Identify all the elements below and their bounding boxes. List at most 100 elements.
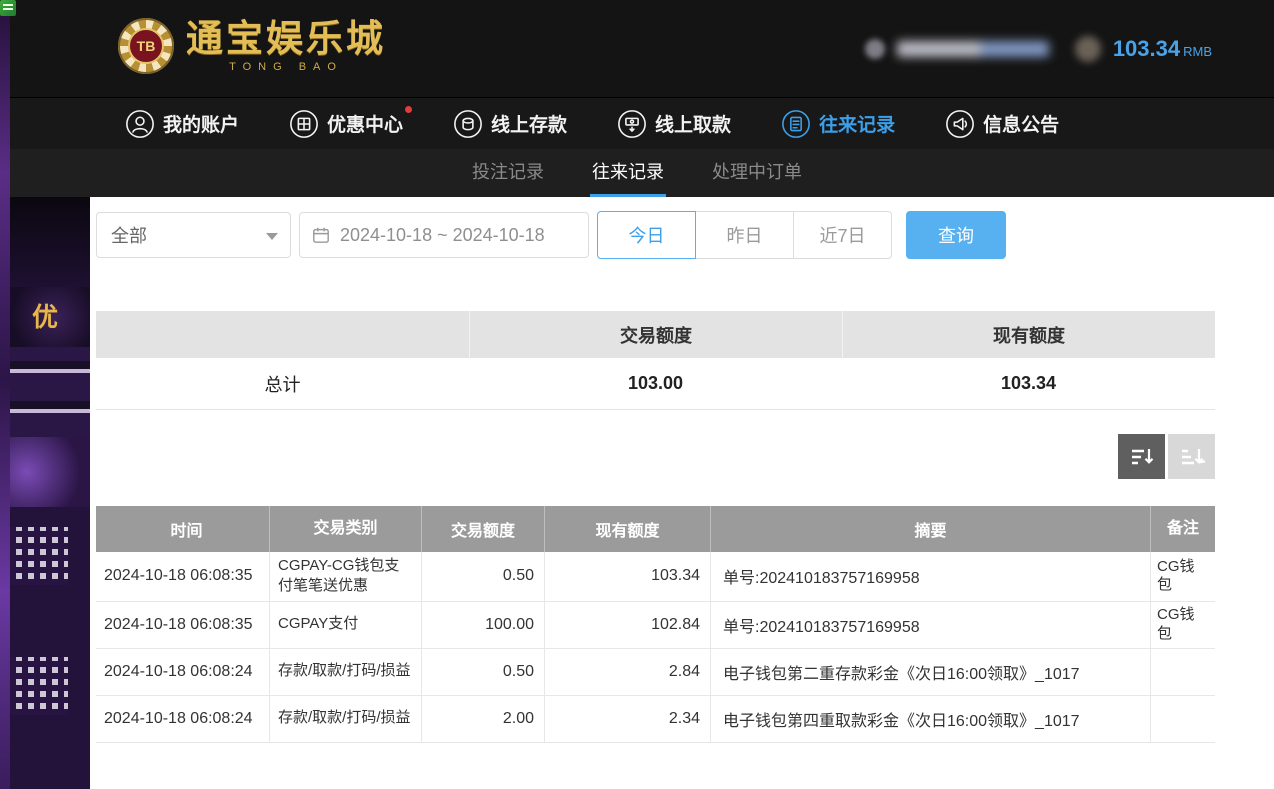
calendar-icon [312,226,330,244]
cell-summary: 电子钱包第四重取款彩金《次日16:00领取》_1017 [710,696,1150,742]
content-area: 全部 2024-10-18 ~ 2024-10-18 今日 昨日 近7日 查询 … [90,197,1274,789]
date-range-input[interactable]: 2024-10-18 ~ 2024-10-18 [299,212,589,258]
summary-header-balance: 现有额度 [842,311,1215,358]
cell-summary: 电子钱包第二重存款彩金《次日16:00领取》_1017 [710,649,1150,695]
background-window-strip: 优 [0,197,90,789]
tab-betting-records[interactable]: 投注记录 [470,149,546,197]
col-header-time: 时间 [96,506,269,552]
sort-controls [96,434,1215,479]
summary-total-row: 总计 103.00 103.34 [96,358,1215,410]
background-glyph: 优 [32,302,58,332]
nav-label: 我的账户 [163,110,239,137]
summary-header-transaction: 交易额度 [469,311,842,358]
balance-currency: RMB [1183,44,1212,59]
cell-note [1150,649,1215,695]
records-icon [781,109,811,139]
records-table: 时间 交易类别 交易额度 现有额度 摘要 备注 2024-10-18 06:08… [96,506,1215,743]
logo-subtitle: TONG BAO [186,61,386,73]
chevron-down-icon [266,233,278,240]
background-fragment [0,507,90,789]
filter-bar: 全部 2024-10-18 ~ 2024-10-18 今日 昨日 近7日 查询 [96,211,1215,259]
qr-code-image [10,527,68,585]
balance-amount: 103.34 [1113,36,1180,61]
type-select-value: 全部 [111,222,147,248]
cell-type: 存款/取款/打码/损益 [269,649,421,695]
cell-time: 2024-10-18 06:08:24 [96,696,269,742]
cell-type: CGPAY-CG钱包支付笔笔送优惠 [269,552,421,601]
cell-time: 2024-10-18 06:08:35 [96,552,269,601]
nav-label: 线上存款 [491,110,567,137]
today-button[interactable]: 今日 [597,211,696,259]
logo-chip-badge: TB [128,28,164,64]
table-row: 2024-10-18 06:08:24 存款/取款/打码/损益 2.00 2.3… [96,696,1215,743]
cell-balance: 103.34 [544,552,710,601]
deposit-icon [453,109,483,139]
logo-title: 通宝娱乐城 [186,20,386,57]
balance: 103.34RMB [1113,36,1212,62]
nav-item-online-deposit[interactable]: 线上存款 [453,109,567,139]
sort-ascending-button[interactable] [1168,434,1215,479]
promo-icon [289,109,319,139]
announcement-icon [945,109,975,139]
nav-label: 线上取款 [655,110,731,137]
background-window-edge [0,0,10,789]
logo[interactable]: TB 通宝娱乐城 TONG BAO [118,18,386,74]
cell-amount: 2.00 [421,696,544,742]
sub-nav: 投注记录 往来记录 处理中订单 [0,149,1274,197]
wallet-coin-icon [1075,36,1101,62]
cell-amount: 0.50 [421,649,544,695]
cell-note: CG钱包 [1150,602,1215,648]
cell-summary: 单号:202410183757169958 [710,602,1150,648]
sort-descending-icon [1129,444,1155,470]
username-blurred [897,41,1049,57]
notification-dot [405,106,412,113]
tab-processing-orders[interactable]: 处理中订单 [710,149,804,197]
cell-amount: 0.50 [421,552,544,601]
sort-ascending-icon [1179,444,1205,470]
cell-balance: 2.34 [544,696,710,742]
quick-range-group: 今日 昨日 近7日 [597,211,892,259]
nav-item-promotions[interactable]: 优惠中心 [289,109,403,139]
cell-amount: 100.00 [421,602,544,648]
cell-type: 存款/取款/打码/损益 [269,696,421,742]
cell-balance: 2.84 [544,649,710,695]
col-header-type: 交易类别 [269,506,421,552]
qr-code-image [10,657,68,715]
summary-total-transaction: 103.00 [469,358,842,409]
user-avatar [865,39,885,59]
cell-time: 2024-10-18 06:08:35 [96,602,269,648]
nav-item-transaction-records[interactable]: 往来记录 [781,109,895,139]
withdraw-icon [617,109,647,139]
query-button[interactable]: 查询 [906,211,1006,259]
last7days-button[interactable]: 近7日 [793,211,892,259]
nav-item-my-account[interactable]: 我的账户 [125,109,239,139]
col-header-amount: 交易额度 [421,506,544,552]
background-fragment [0,437,90,507]
taskbar-corner-icon [0,0,16,16]
date-range-value: 2024-10-18 ~ 2024-10-18 [340,225,545,246]
account-area: 103.34RMB [865,0,1212,97]
summary-total-balance: 103.34 [842,358,1215,409]
cell-note: CG钱包 [1150,552,1215,601]
cell-type: CGPAY支付 [269,602,421,648]
nav-label: 信息公告 [983,110,1059,137]
yesterday-button[interactable]: 昨日 [695,211,794,259]
type-select[interactable]: 全部 [96,212,291,258]
summary-header-blank [96,311,469,358]
header: TB 通宝娱乐城 TONG BAO 103.34RMB [0,0,1274,97]
records-header-row: 时间 交易类别 交易额度 现有额度 摘要 备注 [96,506,1215,552]
cell-time: 2024-10-18 06:08:24 [96,649,269,695]
col-header-balance: 现有额度 [544,506,710,552]
nav-item-announcements[interactable]: 信息公告 [945,109,1059,139]
nav-label: 优惠中心 [327,110,403,137]
cell-balance: 102.84 [544,602,710,648]
cell-summary: 单号:202410183757169958 [710,552,1150,601]
summary-header-row: 交易额度 现有额度 [96,311,1215,358]
col-header-note: 备注 [1150,506,1215,552]
nav-item-online-withdrawal[interactable]: 线上取款 [617,109,731,139]
cell-note [1150,696,1215,742]
tab-transaction-records[interactable]: 往来记录 [590,149,666,197]
summary-table: 交易额度 现有额度 总计 103.00 103.34 [96,311,1215,410]
sort-descending-button[interactable] [1118,434,1165,479]
user-icon [125,109,155,139]
